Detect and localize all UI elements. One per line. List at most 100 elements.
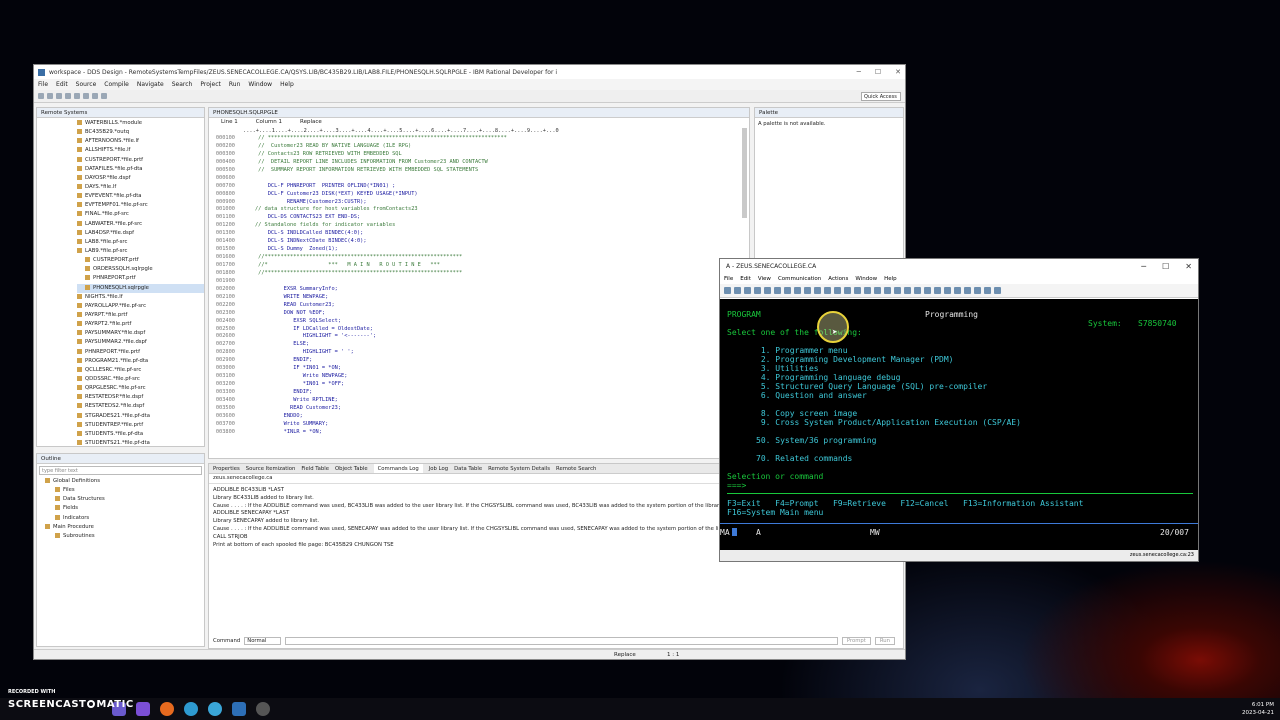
bottom-tab[interactable]: Job Log — [429, 464, 448, 473]
tree-item[interactable]: QCLLESRC.*file.pf-src — [77, 366, 204, 375]
toolbar-icon[interactable] — [844, 287, 851, 294]
rdi-icon[interactable] — [232, 702, 246, 716]
outline-item[interactable]: Subroutines — [45, 532, 204, 541]
toolbar-icon[interactable] — [924, 287, 931, 294]
outline-item[interactable]: Indicators — [45, 514, 204, 523]
toolbar-icon[interactable] — [954, 287, 961, 294]
close-icon[interactable]: ✕ — [895, 68, 901, 76]
code-line[interactable]: 003200 *IN01 = *OFF; — [209, 381, 749, 389]
code-line[interactable]: 002000 EXSR SummaryInfo; — [209, 286, 749, 294]
toolbar-icon[interactable] — [994, 287, 1001, 294]
run-button[interactable]: Run — [874, 637, 895, 645]
code-line[interactable]: 000700 DCL-F PHNREPORT PRINTER OFLIND(*I… — [209, 183, 749, 191]
tree-item[interactable]: PHONESQLH.sqlrpgle — [77, 283, 204, 293]
menu-item[interactable]: Search — [172, 81, 193, 88]
tree-item[interactable]: PAYSUMMARY.*file.dspf — [77, 329, 204, 338]
code-line[interactable]: 001900 — [209, 278, 749, 286]
edge-icon[interactable] — [184, 702, 198, 716]
bottom-tab[interactable]: Properties — [213, 464, 240, 473]
code-line[interactable]: 002400 EXSR SQLSelect; — [209, 318, 749, 326]
minimize-icon[interactable]: ─ — [1141, 262, 1146, 271]
menu-item[interactable]: Project — [200, 81, 221, 88]
code-line[interactable]: 002700 ELSE; — [209, 341, 749, 349]
tree-item[interactable]: BC435B29.*outq — [77, 128, 204, 137]
visual-studio-icon[interactable] — [136, 702, 150, 716]
tree-item[interactable]: STUDENTS21.*file.pf-dta — [77, 439, 204, 446]
code-line[interactable]: 003100 Write NEWPAGE; — [209, 373, 749, 381]
back-icon[interactable] — [92, 93, 98, 99]
tree-item[interactable]: EVFEVENT.*file.pf-dta — [77, 192, 204, 201]
tree-item[interactable]: LAB4DSP.*file.dspf — [77, 229, 204, 238]
menu-item[interactable]: File — [38, 81, 48, 88]
menu-item[interactable]: Navigate — [137, 81, 164, 88]
tree-item[interactable]: FINAL.*file.pf-src — [77, 210, 204, 219]
toolbar-icon[interactable] — [914, 287, 921, 294]
bottom-tab[interactable]: Field Table — [301, 464, 329, 473]
terminal-screen[interactable]: PROGRAM Programming System: S7850740 Sel… — [720, 299, 1198, 551]
run-icon[interactable] — [65, 93, 71, 99]
toolbar-icon[interactable] — [824, 287, 831, 294]
code-line[interactable]: 003600 ENDDO; — [209, 413, 749, 421]
outline-item[interactable]: Global Definitions — [45, 477, 204, 486]
menu-item[interactable]: Window — [248, 81, 272, 88]
print-icon[interactable] — [56, 93, 62, 99]
system-clock[interactable]: 6:01 PM 2023-04-21 — [1242, 701, 1274, 717]
code-line[interactable]: 001100 DCL-DS CONTACTS23 EXT END-DS; — [209, 214, 749, 222]
browser-icon[interactable] — [208, 702, 222, 716]
code-line[interactable]: 001200 // Standalone fields for indicato… — [209, 222, 749, 230]
command-mode-select[interactable]: Normal — [244, 637, 282, 645]
tree-item[interactable]: PHNREPORT.prtf — [77, 274, 204, 283]
close-icon[interactable]: ✕ — [1185, 262, 1192, 271]
toolbar-icon[interactable] — [854, 287, 861, 294]
maximize-icon[interactable]: ☐ — [875, 68, 881, 76]
outline-item[interactable]: Files — [45, 486, 204, 495]
code-line[interactable]: 000100 // ******************************… — [209, 135, 749, 143]
tree-item[interactable]: PAYROLLAPP.*file.pf-src — [77, 302, 204, 311]
tree-item[interactable]: PAYSUMMAR2.*file.dspf — [77, 338, 204, 347]
emulator-menu-item[interactable]: File — [724, 274, 733, 284]
code-line[interactable]: 001600 //*******************************… — [209, 254, 749, 262]
toolbar-icon[interactable] — [734, 287, 741, 294]
code-line[interactable]: 003800 *INLR = *ON; — [209, 429, 749, 437]
bottom-tab[interactable]: Remote Search — [556, 464, 596, 473]
code-line[interactable]: 001700 //* *** M A I N R O U T I N E *** — [209, 262, 749, 270]
toolbar-icon[interactable] — [834, 287, 841, 294]
code-line[interactable]: 002500 IF LDCalled = OldestDate; — [209, 326, 749, 334]
tab-palette[interactable]: Palette — [755, 108, 903, 118]
debug-icon[interactable] — [74, 93, 80, 99]
code-line[interactable]: 002600 HIGHLIGHT = '<-------'; — [209, 333, 749, 341]
bottom-tab[interactable]: Data Table — [454, 464, 482, 473]
code-line[interactable]: 002200 READ Customer23; — [209, 302, 749, 310]
code-line[interactable]: 003300 ENDIF; — [209, 389, 749, 397]
search-icon[interactable] — [83, 93, 89, 99]
code-line[interactable]: 002900 ENDIF; — [209, 357, 749, 365]
toolbar-icon[interactable] — [974, 287, 981, 294]
code-line[interactable]: 001400 DCL-S INDNextCDate BINDEC(4:0); — [209, 238, 749, 246]
tree-item[interactable]: STUDENTREP.*file.prtf — [77, 421, 204, 430]
code-line[interactable]: 000300 // Contacts23 ROW RETRIEVED WITH … — [209, 151, 749, 159]
tree-item[interactable]: ORDERSSQLH.sqlrpgle — [77, 265, 204, 274]
toolbar-icon[interactable] — [804, 287, 811, 294]
tree-item[interactable]: DAYS.*file.lf — [77, 183, 204, 192]
code-line[interactable]: 001000 // data structure for host variab… — [209, 206, 749, 214]
code-line[interactable]: 003400 Write RPTLINE; — [209, 397, 749, 405]
code-line[interactable]: 001300 DCL-S INDLDCalled BINDEC(4:0); — [209, 230, 749, 238]
prompt-button[interactable]: Prompt — [841, 637, 871, 645]
menu-item[interactable]: Help — [280, 81, 294, 88]
emulator-menu-item[interactable]: View — [758, 274, 771, 284]
outline-item[interactable]: Main Procedure — [45, 523, 204, 532]
tree-item[interactable]: RESTATEDS2.*file.dspf — [77, 402, 204, 411]
maximize-icon[interactable]: ☐ — [1162, 262, 1169, 271]
tree-item[interactable]: AFTERNOONS.*file.lf — [77, 137, 204, 146]
code-line[interactable]: 001500 DCL-S Dummy Zoned(1); — [209, 246, 749, 254]
save-icon[interactable] — [47, 93, 53, 99]
tree-item[interactable]: PHNREPORT.*file.prtf — [77, 348, 204, 357]
emulator-menu-item[interactable]: Communication — [778, 274, 821, 284]
tree-item[interactable]: WATERBILLS.*module — [77, 119, 204, 128]
command-input[interactable] — [285, 637, 838, 645]
outline-item[interactable]: Fields — [45, 504, 204, 513]
code-line[interactable]: 001800 //*******************************… — [209, 270, 749, 278]
tab-remote-systems[interactable]: Remote Systems — [37, 108, 204, 118]
recorder-icon[interactable] — [256, 702, 270, 716]
outline-filter-input[interactable]: type filter text — [39, 466, 202, 475]
